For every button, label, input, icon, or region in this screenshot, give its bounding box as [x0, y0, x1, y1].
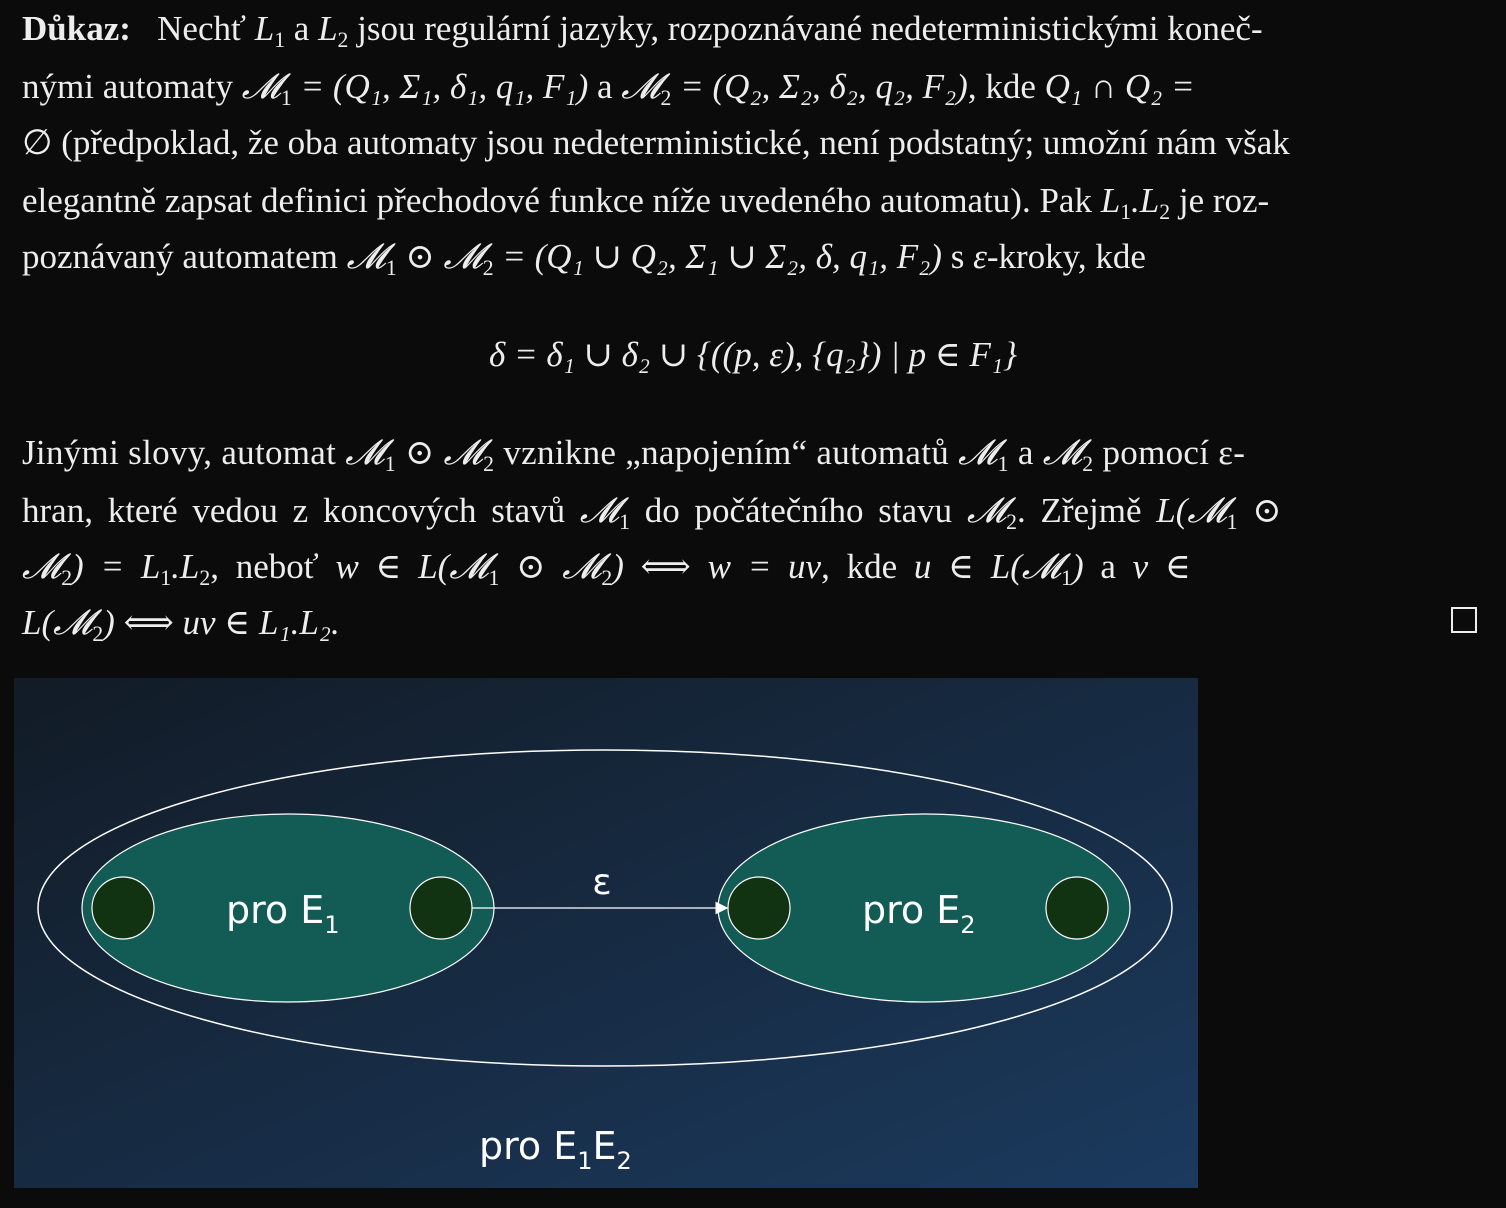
text: a	[588, 67, 622, 106]
para2-line-1: Jinými slovy, automat 𝓜1 ⊙ 𝓜2 vznikne „n…	[22, 432, 1246, 476]
text: elegantně zapsat definici přechodové fun…	[22, 181, 1101, 220]
math-w-uv: w = uv	[707, 547, 822, 586]
text: a	[285, 9, 319, 48]
text: , kde	[967, 67, 1045, 106]
text: jsou regulární jazyky, rozpoznávané nede…	[348, 9, 1263, 48]
label-text: pro E	[862, 888, 960, 932]
proof-line-4: elegantně zapsat definici přechodové fun…	[22, 180, 1270, 224]
proof-line-2: nými automaty 𝓜1 = (Q₁, Σ₁, δ₁, q₁, F₁) …	[22, 66, 1195, 110]
text: ,	[210, 547, 236, 586]
label-text: E	[593, 1124, 617, 1168]
text: hran, které vedou z koncových stavů	[22, 491, 580, 530]
math-M1-tuple: (Q₁, Σ₁, δ₁, q₁, F₁)	[332, 67, 589, 106]
math-concat-tuple: (Q₁ ∪ Q₂, Σ₁ ∪ Σ₂, δ, q₁, F₂)	[534, 237, 942, 276]
qed-square-icon	[1451, 607, 1477, 633]
proof-line-5: poznávaný automatem 𝓜1 ⊙ 𝓜2 = (Q₁ ∪ Q₂, …	[22, 236, 1146, 280]
math-M2: 𝓜2 =	[621, 67, 713, 110]
math-L-M2: L(𝓜2) ⟺	[22, 603, 183, 646]
left-start-state	[91, 876, 155, 940]
math-M1: 𝓜1	[579, 491, 630, 534]
para2-line-3: 𝓜2) = L1.L2, neboť w ∈ L(𝓜1 ⊙ 𝓜2) ⟺ w = …	[22, 546, 1191, 590]
text: a	[1008, 433, 1043, 472]
math-M2-close: 𝓜2) = L1.L2	[22, 547, 211, 590]
text: nými automaty	[22, 67, 242, 106]
label-sub: 1	[324, 911, 339, 939]
label-sub: 1	[577, 1147, 592, 1175]
para2-line-2: hran, které vedou z koncových stavů 𝓜1 d…	[22, 490, 1282, 534]
display-formula: δ = δ₁ ∪ δ₂ ∪ {((p, ε), {q₂}) | p ∈ F₁}	[488, 335, 1018, 374]
math-L-M1-odot: L(𝓜1 ⊙	[1156, 491, 1282, 534]
label-sub: 2	[960, 911, 975, 939]
text: je roz-	[1170, 181, 1270, 220]
math-M2-tuple: (Q₂, Σ₂, δ₂, q₂, F₂)	[712, 67, 968, 106]
proof-line-3: ∅ (předpoklad, že oba automaty jsou nede…	[22, 123, 1290, 162]
math-uv-in: uv ∈ L₁.L₂.	[182, 603, 340, 642]
proof-line-1: Důkaz: Nechť L1 a L2 jsou regulární jazy…	[22, 8, 1263, 52]
math-epsilon: ε	[973, 237, 987, 276]
left-final-state	[409, 876, 473, 940]
right-automaton-label: pro E2	[862, 888, 976, 939]
math-L1L2: L1.L2	[1100, 181, 1171, 224]
math-w-in: w ∈ L(𝓜1 ⊙ 𝓜2) ⟺	[335, 547, 708, 590]
text: , kde	[821, 547, 914, 586]
math-M1: 𝓜1 =	[241, 67, 333, 110]
math-intersection: Q₁ ∩ Q₂ =	[1044, 67, 1195, 106]
math-M1: 𝓜1	[958, 433, 1009, 476]
text: do počátečního stavu	[629, 491, 967, 530]
text: -kroky, kde	[986, 237, 1146, 276]
epsilon-label: ε	[592, 862, 611, 903]
math-M2: 𝓜2	[1042, 433, 1094, 476]
label-sub: 2	[617, 1147, 632, 1175]
text: neboť	[235, 547, 336, 586]
text: a	[1083, 547, 1133, 586]
left-automaton-label: pro E1	[226, 888, 340, 939]
right-start-state	[727, 876, 791, 940]
text: Jinými slovy, automat	[22, 433, 346, 472]
text: vznikne „napojením“ automatů	[494, 433, 959, 472]
math-L2: L2	[318, 9, 349, 52]
label-text: pro E	[479, 1124, 577, 1168]
text: Nechť	[157, 9, 255, 48]
math-L1: L1	[254, 9, 286, 52]
math-M1-odot-M2: 𝓜1 ⊙ 𝓜2 =	[346, 237, 535, 280]
math-u-in: u ∈ L(𝓜1)	[913, 547, 1084, 590]
label-text: pro E	[226, 888, 324, 932]
outer-automaton-label: pro E1E2	[479, 1124, 632, 1175]
proof-label: Důkaz:	[22, 9, 131, 48]
math-M1-odot-M2: 𝓜1 ⊙ 𝓜2	[345, 433, 495, 476]
right-final-state	[1045, 876, 1109, 940]
math-v-in: v ∈	[1132, 547, 1191, 586]
text: s	[941, 237, 974, 276]
text: poznávaný automatem	[22, 237, 347, 276]
para2-line-4: L(𝓜2) ⟺ uv ∈ L₁.L₂.	[22, 602, 340, 646]
automaton-diagram: ε pro E1 pro E2 pro E1E2	[14, 678, 1198, 1188]
math-M2: 𝓜2	[966, 491, 1017, 534]
text: . Zřejmě	[1016, 491, 1157, 530]
text: pomocí ε-	[1093, 433, 1246, 472]
